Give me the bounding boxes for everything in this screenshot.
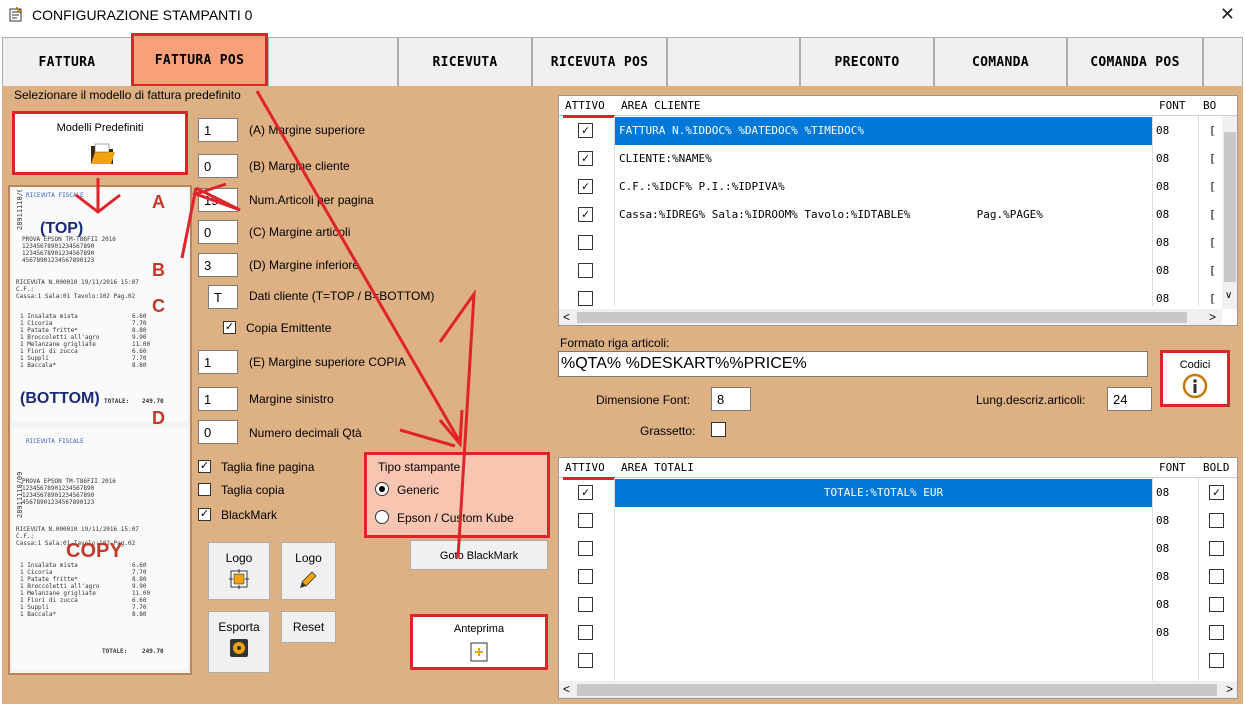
totals-row-font: 08 — [1156, 514, 1170, 527]
totals-row-bold-checkbox[interactable]: ✓ — [1209, 485, 1224, 500]
client-row-font: 08 — [1156, 124, 1170, 137]
totals-row[interactable]: 08 — [559, 507, 1237, 535]
client-row-font: 08 — [1156, 180, 1170, 193]
client-row-checkbox[interactable] — [578, 291, 593, 306]
totals-horizontal-scrollbar[interactable]: < > — [559, 681, 1237, 698]
client-row[interactable]: ✓ FATTURA N.%IDDOC% %DATEDOC% %TIMEDOC% … — [559, 117, 1219, 145]
scroll-left-icon[interactable]: < — [563, 310, 570, 324]
client-row-text: Cassa:%IDREG% Sala:%IDROOM% Tavolo:%IDTA… — [619, 208, 1043, 221]
totals-row-font: 08 — [1156, 598, 1170, 611]
desc-length-input[interactable]: 24 — [1107, 387, 1152, 411]
totals-row-bold-checkbox[interactable] — [1209, 569, 1224, 584]
font-size-label: Dimensione Font: — [596, 393, 691, 407]
client-row-bold: [ — [1209, 124, 1216, 137]
totals-row-checkbox[interactable] — [578, 625, 593, 640]
totals-row-text: TOTALE:%TOTAL% EUR — [823, 486, 944, 499]
client-vertical-scrollbar[interactable]: ∨ — [1222, 116, 1237, 309]
client-row-bold: [ — [1209, 264, 1216, 277]
codici-button[interactable]: Codici — [1160, 350, 1230, 407]
totals-row[interactable]: 08 — [559, 591, 1237, 619]
arrow-preview-to-fields — [180, 187, 198, 259]
client-row-bold: [ — [1209, 180, 1216, 193]
totals-row[interactable]: 08 — [559, 619, 1237, 647]
totals-row-checkbox[interactable] — [578, 653, 593, 668]
client-row-font: 08 — [1156, 292, 1170, 305]
client-row-text: FATTURA N.%IDDOC% %DATEDOC% %TIMEDOC% — [619, 124, 865, 137]
format-label: Formato riga articoli: — [560, 336, 670, 350]
scroll-right-icon[interactable]: > — [1209, 310, 1216, 324]
totals-row-font: 08 — [1156, 486, 1170, 499]
client-row-checkbox[interactable]: ✓ — [578, 123, 593, 138]
client-area-grid[interactable]: ATTIVO AREA CLIENTE FONT BO ✓ FATTURA N.… — [558, 95, 1238, 326]
desc-length-label: Lung.descriz.articoli: — [976, 393, 1086, 407]
totals-row-font: 08 — [1156, 570, 1170, 583]
totals-row-checkbox[interactable] — [578, 597, 593, 612]
client-row[interactable]: 08 [ — [559, 229, 1219, 257]
totals-grid-header: ATTIVO AREA TOTALI FONT BOLD — [559, 458, 1237, 478]
client-row-font: 08 — [1156, 236, 1170, 249]
totals-row[interactable]: 08 — [559, 535, 1237, 563]
client-grid-header: ATTIVO AREA CLIENTE FONT BO — [559, 96, 1237, 116]
client-row-bold: [ — [1209, 152, 1216, 165]
client-col-font: FONT — [1159, 99, 1186, 112]
scroll-left-icon[interactable]: < — [563, 682, 570, 696]
totals-col-attivo: ATTIVO — [565, 461, 605, 474]
totals-row-font: 08 — [1156, 542, 1170, 555]
totals-row-checkbox[interactable] — [578, 569, 593, 584]
client-row-font: 08 — [1156, 208, 1170, 221]
totals-row-checkbox[interactable]: ✓ — [578, 485, 593, 500]
bold-checkbox[interactable] — [711, 422, 726, 437]
totals-row-bold-checkbox[interactable] — [1209, 653, 1224, 668]
totals-col-area: AREA TOTALI — [621, 461, 694, 474]
client-row-text: CLIENTE:%NAME% — [619, 152, 712, 165]
client-row-bold: [ — [1209, 292, 1216, 305]
totals-row-checkbox[interactable] — [578, 541, 593, 556]
totals-row-bold-checkbox[interactable] — [1209, 625, 1224, 640]
client-row-font: 08 — [1156, 264, 1170, 277]
totals-row[interactable] — [559, 647, 1237, 675]
client-row-checkbox[interactable]: ✓ — [578, 151, 593, 166]
totals-row[interactable]: 08 — [559, 563, 1237, 591]
totals-col-font: FONT — [1159, 461, 1186, 474]
totals-col-bold: BOLD — [1203, 461, 1230, 474]
codici-label: Codici — [1179, 359, 1211, 371]
arrow-tab-to-printer-type — [255, 90, 462, 443]
info-icon — [1182, 373, 1208, 399]
totals-row-font: 08 — [1156, 626, 1170, 639]
client-row[interactable]: 08 [ — [559, 257, 1219, 285]
totals-row[interactable]: ✓ TOTALE:%TOTAL% EUR 08 ✓ — [559, 479, 1237, 507]
totals-row-bold-checkbox[interactable] — [1209, 597, 1224, 612]
client-col-bold: BO — [1203, 99, 1217, 112]
client-row-bold: [ — [1209, 208, 1216, 221]
client-row-font: 08 — [1156, 152, 1170, 165]
totals-row-checkbox[interactable] — [578, 513, 593, 528]
client-col-area: AREA CLIENTE — [621, 99, 701, 112]
client-row[interactable]: ✓ CLIENTE:%NAME% 08 [ — [559, 145, 1219, 173]
client-row-checkbox[interactable]: ✓ — [578, 207, 593, 222]
totals-row-bold-checkbox[interactable] — [1209, 541, 1224, 556]
client-row[interactable]: ✓ C.F.:%IDCF% P.I.:%IDPIVA% 08 [ — [559, 173, 1219, 201]
totals-area-grid[interactable]: ATTIVO AREA TOTALI FONT BOLD ✓ TOTALE:%T… — [558, 457, 1238, 699]
scroll-right-icon[interactable]: > — [1226, 682, 1233, 696]
client-row-text: C.F.:%IDCF% P.I.:%IDPIVA% — [619, 180, 785, 193]
client-row-checkbox[interactable]: ✓ — [578, 179, 593, 194]
client-row[interactable]: ✓ Cassa:%IDREG% Sala:%IDROOM% Tavolo:%ID… — [559, 201, 1219, 229]
client-col-attivo: ATTIVO — [565, 99, 605, 112]
font-size-input[interactable]: 8 — [711, 387, 751, 411]
format-input[interactable]: %QTA% %DESKART%%PRICE% — [558, 351, 1148, 377]
totals-row-bold-checkbox[interactable] — [1209, 513, 1224, 528]
client-row-checkbox[interactable] — [578, 263, 593, 278]
client-horizontal-scrollbar[interactable]: < > — [559, 309, 1222, 325]
bold-label: Grassetto: — [640, 424, 696, 438]
client-row-checkbox[interactable] — [578, 235, 593, 250]
client-row-bold: [ — [1209, 236, 1216, 249]
